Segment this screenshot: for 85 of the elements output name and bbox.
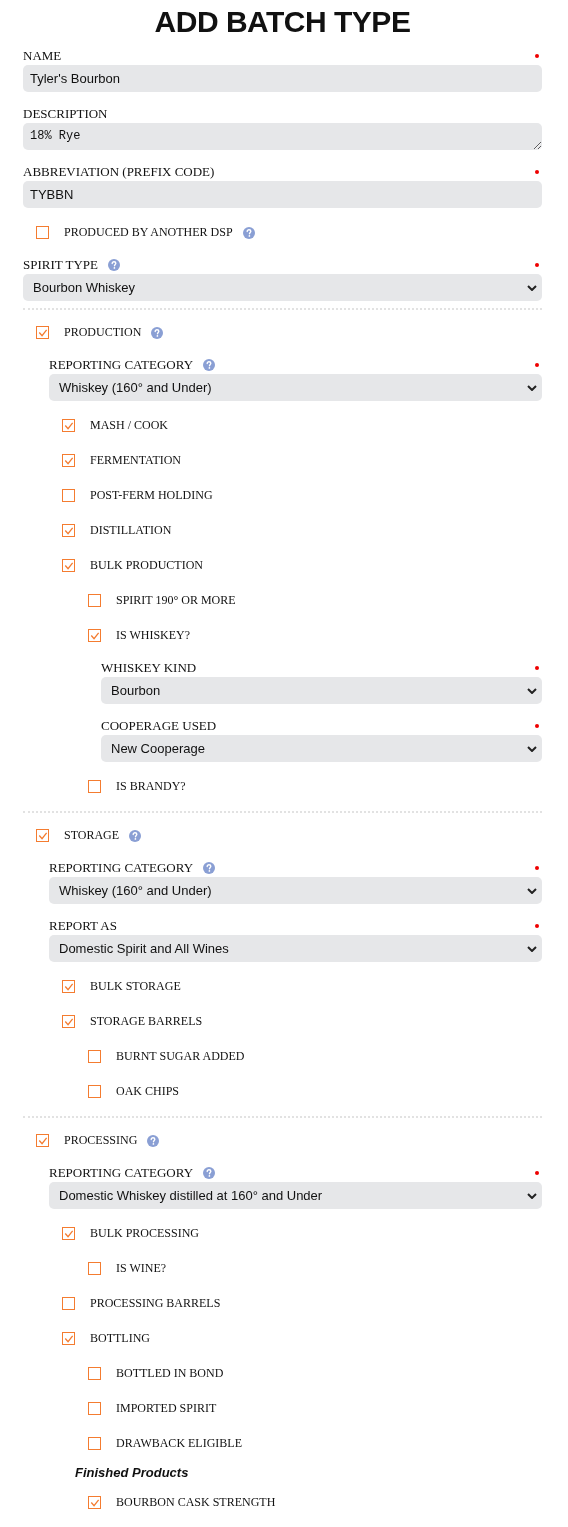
checkbox[interactable] [88,594,101,607]
dropdown[interactable]: Bourbon [101,677,542,704]
checkbox-label[interactable]: MASH / COOK [90,418,168,433]
checkbox[interactable] [62,980,75,993]
page-title: ADD BATCH TYPE [153,4,412,40]
dropdown[interactable]: Domestic Whiskey distilled at 160° and Under [49,1182,542,1209]
help-icon[interactable] [203,1167,216,1179]
help-icon[interactable] [203,359,216,371]
chevron-down-icon [527,745,537,752]
checkbox-label[interactable]: BOTTLED IN BOND [116,1366,224,1381]
field-label: NAME [23,48,62,64]
checkbox-label[interactable]: OAK CHIPS [116,1084,179,1099]
field-label: REPORTING CATEGORY [49,1165,194,1181]
chevron-down-icon [527,1192,537,1199]
checkbox[interactable] [88,629,101,642]
checkbox-label[interactable]: IS BRANDY? [116,779,186,794]
chevron-down-icon [527,945,537,952]
checkbox[interactable] [62,559,75,572]
chevron-down-icon [527,384,537,391]
dropdown[interactable]: Bourbon Whiskey [23,274,542,301]
checkbox-label[interactable]: IS WINE? [116,1261,167,1276]
checkbox-label[interactable]: IS WHISKEY? [116,628,191,643]
checkbox-label[interactable]: STORAGE BARRELS [90,1014,203,1029]
checkbox-label[interactable]: IMPORTED SPIRIT [116,1401,217,1416]
checkbox[interactable] [88,1085,101,1098]
checkbox[interactable] [88,1496,101,1509]
text-field[interactable]: Tyler's Bourbon [23,65,542,92]
field-label: REPORTING CATEGORY [49,357,194,373]
checkbox-label[interactable]: SPIRIT 190° OR MORE [116,593,236,608]
dropdown[interactable]: Domestic Spirit and All Wines [49,935,542,962]
checkbox-label[interactable]: PRODUCTION [64,325,142,340]
checkbox[interactable] [62,454,75,467]
checkbox-label[interactable]: DRAWBACK ELIGIBLE [116,1436,243,1451]
checkbox-label[interactable]: STORAGE [64,828,120,843]
checkbox[interactable] [62,419,75,432]
checkbox-label[interactable]: PROCESSING [64,1133,138,1148]
checkbox[interactable] [62,1227,75,1240]
checkbox[interactable] [36,226,49,239]
checkbox[interactable] [62,524,75,537]
help-icon[interactable] [151,326,164,339]
checkbox[interactable] [88,1402,101,1415]
checkbox[interactable] [62,1297,75,1310]
field-label: DESCRIPTION [23,106,108,122]
help-icon[interactable] [242,226,255,239]
description-field[interactable]: 18% Rye [23,123,542,150]
checkbox-label[interactable]: BOTTLING [90,1331,150,1346]
dropdown[interactable]: New Cooperage [101,735,542,762]
dropdown[interactable]: Whiskey (160° and Under) [49,374,542,401]
help-icon[interactable] [108,259,120,271]
checkbox-label[interactable]: FERMENTATION [90,453,182,468]
checkbox[interactable] [36,326,49,339]
field-label: REPORTING CATEGORY [49,860,194,876]
dropdown[interactable]: Whiskey (160° and Under) [49,877,542,904]
field-label: WHISKEY KIND [101,660,197,676]
field-label: ABBREVIATION (PREFIX CODE) [23,164,215,180]
checkbox-label[interactable]: BOURBON CASK STRENGTH [116,1495,276,1510]
chevron-down-icon [527,887,537,894]
checkbox-label[interactable]: POST-FERM HOLDING [90,488,213,503]
checkbox-label[interactable]: PRODUCED BY ANOTHER DSP [64,225,233,240]
checkbox-label[interactable]: BULK STORAGE [90,979,181,994]
checkbox-label[interactable]: BULK PROCESSING [90,1226,200,1241]
text-field[interactable]: TYBBN [23,181,542,208]
checkbox[interactable] [88,1050,101,1063]
checkbox-label[interactable]: DISTILLATION [90,523,172,538]
checkbox[interactable] [88,1367,101,1380]
checkbox[interactable] [36,1134,49,1147]
field-label: SPIRIT TYPE [23,257,98,273]
field-label: REPORT AS [49,918,117,934]
help-icon[interactable] [147,1134,160,1147]
field-label: COOPERAGE USED [101,718,217,734]
help-icon[interactable] [129,829,142,842]
checkbox[interactable] [62,489,75,502]
checkbox-label[interactable]: PROCESSING BARRELS [90,1296,221,1311]
checkbox[interactable] [88,780,101,793]
checkbox[interactable] [62,1015,75,1028]
chevron-down-icon [527,687,537,694]
checkbox[interactable] [36,829,49,842]
chevron-down-icon [527,284,537,291]
subheading: Finished Products [75,1464,190,1482]
checkbox[interactable] [88,1437,101,1450]
checkbox-label[interactable]: BULK PRODUCTION [90,558,203,573]
help-icon[interactable] [203,862,216,874]
checkbox[interactable] [62,1332,75,1345]
checkbox[interactable] [88,1262,101,1275]
checkbox-label[interactable]: BURNT SUGAR ADDED [116,1049,245,1064]
